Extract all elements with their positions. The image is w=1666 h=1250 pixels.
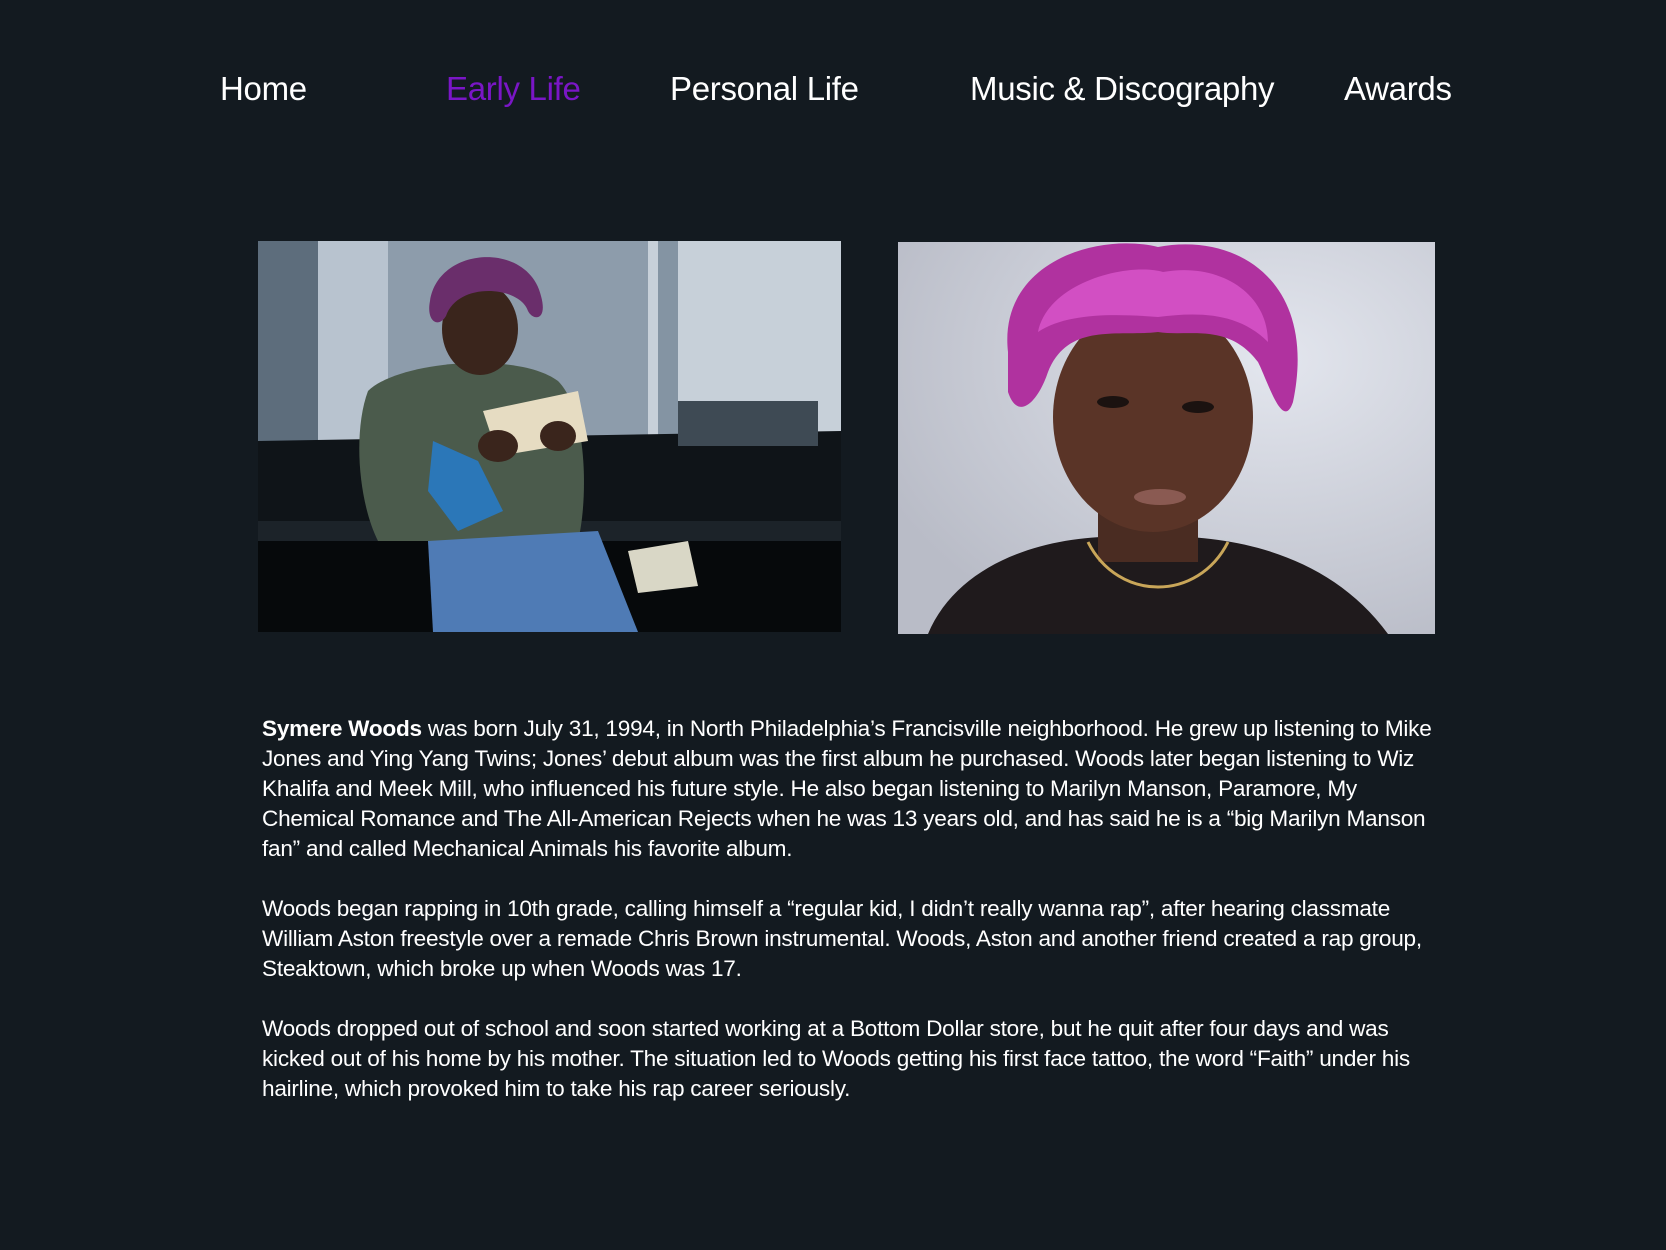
article-paragraph-3: Woods dropped out of school and soon sta… bbox=[262, 1016, 1410, 1101]
nav-music-discography-link[interactable]: Music & Discography bbox=[970, 62, 1275, 116]
article-body: Symere Woods was born July 31, 1994, in … bbox=[262, 714, 1452, 1134]
nav-awards-link[interactable]: Awards bbox=[1344, 62, 1452, 116]
photo-portrait bbox=[898, 242, 1435, 634]
article-paragraph-1-text: was born July 31, 1994, in North Philade… bbox=[262, 716, 1432, 861]
nav-home-link[interactable]: Home bbox=[220, 62, 307, 116]
article-paragraph-1: Symere Woods was born July 31, 1994, in … bbox=[262, 714, 1452, 864]
main-navigation: Home Early Life Personal Life Music & Di… bbox=[0, 62, 1666, 116]
article-subject-name: Symere Woods bbox=[262, 716, 422, 741]
nav-early-life-link[interactable]: Early Life bbox=[446, 62, 581, 116]
page: Home Early Life Personal Life Music & Di… bbox=[0, 0, 1666, 1250]
nav-personal-life-link[interactable]: Personal Life bbox=[670, 62, 859, 116]
photo-counting-cash bbox=[258, 241, 841, 632]
article-paragraph-2: Woods began rapping in 10th grade, calli… bbox=[262, 896, 1422, 981]
photo-portrait-image bbox=[898, 242, 1435, 634]
photo-counting-cash-image bbox=[258, 241, 841, 632]
